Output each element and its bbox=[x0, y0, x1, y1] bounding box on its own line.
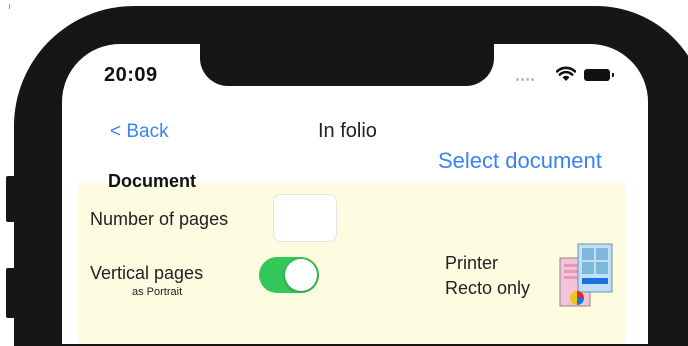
battery-icon bbox=[584, 69, 614, 81]
edge-mark bbox=[9, 4, 10, 9]
phone-screen: 20:09 < Back In folio Select document Do… bbox=[62, 44, 648, 344]
number-of-pages-input[interactable] bbox=[273, 194, 337, 242]
signal-icon bbox=[516, 77, 536, 81]
number-of-pages-label: Number of pages bbox=[90, 209, 229, 229]
page-title: In folio bbox=[318, 120, 377, 142]
vertical-pages-toggle[interactable] bbox=[259, 257, 319, 293]
back-button[interactable]: < Back bbox=[110, 121, 169, 143]
vertical-pages-label: Vertical pages bbox=[90, 263, 204, 283]
device-notch bbox=[200, 44, 494, 86]
vertical-pages-sublabel: as Portrait bbox=[132, 286, 183, 298]
printer-label: Printer bbox=[445, 253, 499, 273]
status-time: 20:09 bbox=[104, 64, 158, 86]
recto-only-label: Recto only bbox=[445, 278, 531, 298]
section-title-document: Document bbox=[108, 171, 197, 191]
toggle-knob bbox=[285, 259, 317, 291]
printer-recto-icon[interactable] bbox=[558, 240, 616, 310]
wifi-icon bbox=[556, 66, 576, 81]
select-document-button[interactable]: Select document bbox=[438, 148, 602, 174]
